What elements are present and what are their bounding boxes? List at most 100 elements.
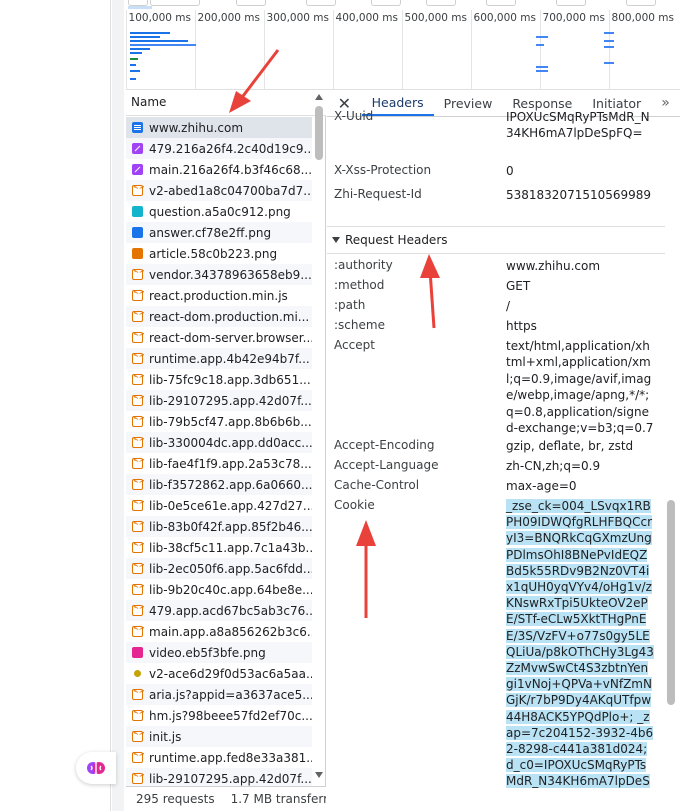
waterfall-bar xyxy=(604,32,614,34)
script-icon xyxy=(132,729,145,742)
script-icon xyxy=(132,687,145,700)
filter-chip[interactable] xyxy=(306,0,336,6)
filter-chip[interactable] xyxy=(236,0,266,6)
script-icon xyxy=(132,708,145,721)
cookie-value-selected[interactable]: _zse_ck=004_LSvqx1RBPH09IDWQfgRLHFBQCcry… xyxy=(506,499,654,789)
request-row[interactable]: v2-abed1a8c04700ba7d7... xyxy=(126,180,312,201)
header-row: X-Uuid IPOXUcSMqRyPTsMdR_N34KH6mA7lpDeSp… xyxy=(334,109,664,159)
request-count: 295 requests xyxy=(136,792,215,806)
request-row[interactable]: lib-2ec050f6.app.5ac6fdd... xyxy=(126,558,312,579)
request-row[interactable]: aria.js?appid=a3637ace5... xyxy=(126,684,312,705)
request-row[interactable]: question.a5a0c912.png xyxy=(126,201,312,222)
request-row[interactable]: lib-0e5ce61e.app.427d27... xyxy=(126,495,312,516)
request-row[interactable]: runtime.app.4b42e94b7f... xyxy=(126,348,312,369)
cookie-key: Cookie xyxy=(334,498,375,512)
request-row[interactable]: lib-75fc9c18.app.3db651... xyxy=(126,369,312,390)
request-row[interactable]: main.app.a8a856262b3c6... xyxy=(126,621,312,642)
script-icon xyxy=(132,771,145,784)
header-key: X-Uuid xyxy=(334,109,374,123)
request-name: lib-83b0f42f.app.85f2b46... xyxy=(149,519,312,534)
header-key: X-Xss-Protection xyxy=(334,163,432,177)
ai-assistant-button[interactable] xyxy=(76,752,116,784)
request-name: video.eb5f3bfe.png xyxy=(149,645,266,660)
request-name: v2-ace6d29f0d53ac6a5aa... xyxy=(149,666,312,681)
header-row: Accept text/html,application/xhtml+xml,a… xyxy=(334,338,664,438)
header-row: Accept-Language zh-CN,zh;q=0.9 xyxy=(334,458,664,478)
brain-icon xyxy=(87,762,105,774)
request-row[interactable]: lib-330004dc.app.dd0acc... xyxy=(126,432,312,453)
request-name: aria.js?appid=a3637ace5... xyxy=(149,687,312,702)
request-row[interactable]: article.58c0b223.png xyxy=(126,243,312,264)
header-key: :path xyxy=(334,298,366,312)
scroll-up-icon[interactable] xyxy=(315,94,323,100)
script-icon xyxy=(132,414,145,427)
timeline-tick: 700,000 ms xyxy=(540,10,609,90)
request-row[interactable]: lib-79b5cf47.app.8b6b6b... xyxy=(126,411,312,432)
waterfall-bar xyxy=(130,58,138,60)
timeline-tick: 800,000 ms xyxy=(609,10,678,90)
timeline-tick: 300,000 ms xyxy=(264,10,333,90)
request-row[interactable]: lib-fae4f1f9.app.2a53c78... xyxy=(126,453,312,474)
request-row[interactable]: answer.cf78e2ff.png xyxy=(126,222,312,243)
request-row[interactable]: hm.js?98beee57fd2ef70c... xyxy=(126,705,312,726)
name-column-header[interactable]: Name xyxy=(126,90,326,116)
script-icon xyxy=(132,372,145,385)
request-row[interactable]: video.eb5f3bfe.png xyxy=(126,642,312,663)
script-icon xyxy=(132,435,145,448)
request-row[interactable]: react-dom.production.mi... xyxy=(126,306,312,327)
request-list: Name www.zhihu.com 479.216a26f4.2c40d19c9… xyxy=(126,90,326,811)
header-value: 0 xyxy=(506,164,514,178)
collapse-triangle-icon[interactable] xyxy=(332,237,340,243)
header-value: zh-CN,zh;q=0.9 xyxy=(506,459,601,473)
timeline-tick: 400,000 ms xyxy=(333,10,402,90)
overview-handle[interactable] xyxy=(128,6,152,9)
request-row[interactable]: vendor.34378963658eb9... xyxy=(126,264,312,285)
network-overview[interactable]: 100,000 ms 200,000 ms 300,000 ms 400,000… xyxy=(126,0,680,90)
script-icon xyxy=(132,540,145,553)
page-scrollbar[interactable] xyxy=(112,0,124,811)
header-row: Accept-Encoding gzip, deflate, br, zstd xyxy=(334,438,664,458)
header-row: Zhi-Request-Id 5381832071510569989 xyxy=(334,187,664,223)
request-name: react-dom.production.mi... xyxy=(149,309,310,324)
filter-chip[interactable] xyxy=(371,0,401,6)
header-value: IPOXUcSMqRyPTsMdR_N34KH6mA7lpDeSpFQ= xyxy=(506,110,650,141)
request-row[interactable]: lib-29107295.app.42d07f... xyxy=(126,390,312,411)
waterfall-bar xyxy=(604,62,614,64)
header-key: Cache-Control xyxy=(334,478,420,492)
request-row[interactable]: lib-f3572862.app.6a0660... xyxy=(126,474,312,495)
request-row[interactable]: 479.216a26f4.2c40d19c9... xyxy=(126,138,312,159)
script-icon xyxy=(132,477,145,490)
image-icon xyxy=(132,248,143,259)
transferred-size: 1.7 MB transferre xyxy=(230,792,326,806)
request-name: lib-75fc9c18.app.3db651... xyxy=(149,372,311,387)
request-name: v2-abed1a8c04700ba7d7... xyxy=(149,183,312,198)
filter-chip[interactable] xyxy=(626,0,656,6)
request-row[interactable]: lib-9b20c40c.app.64be8e... xyxy=(126,579,312,600)
request-row[interactable]: runtime.app.fed8e33a381... xyxy=(126,747,312,768)
request-name: question.a5a0c912.png xyxy=(149,204,291,219)
filter-chip[interactable] xyxy=(486,0,516,6)
request-row[interactable]: init.js xyxy=(126,726,312,747)
request-row[interactable]: react-dom-server.browser... xyxy=(126,327,312,348)
request-row[interactable]: v2-ace6d29f0d53ac6a5aa... xyxy=(126,663,312,684)
waterfall-bar xyxy=(130,48,150,50)
request-name: lib-f3572862.app.6a0660... xyxy=(149,477,312,492)
request-row[interactable]: main.216a26f4.b3f46c68... xyxy=(126,159,312,180)
filter-chip[interactable] xyxy=(426,0,456,6)
list-scrollbar[interactable] xyxy=(314,94,324,786)
filter-chip[interactable] xyxy=(556,0,586,6)
script-icon xyxy=(132,309,145,322)
request-headers-section[interactable]: Request Headers xyxy=(327,226,665,254)
request-row[interactable]: www.zhihu.com xyxy=(126,117,312,138)
timeline-tick: 200,000 ms xyxy=(195,10,264,90)
request-row[interactable]: react.production.min.js xyxy=(126,285,312,306)
request-row[interactable]: lib-38cf5c11.app.7c1a43b... xyxy=(126,537,312,558)
request-row[interactable]: lib-83b0f42f.app.85f2b46... xyxy=(126,516,312,537)
scroll-thumb[interactable] xyxy=(315,106,323,160)
request-row[interactable]: 479.app.acd67bc5ab3c76... xyxy=(126,600,312,621)
detail-scrollbar-thumb[interactable] xyxy=(667,500,675,705)
header-key: :authority xyxy=(334,258,393,272)
scroll-down-icon[interactable] xyxy=(315,772,323,778)
filter-chip[interactable] xyxy=(150,0,200,6)
cookie-value[interactable]: _zse_ck=004_LSvqx1RBPH09IDWQfgRLHFBQCcry… xyxy=(506,498,654,790)
